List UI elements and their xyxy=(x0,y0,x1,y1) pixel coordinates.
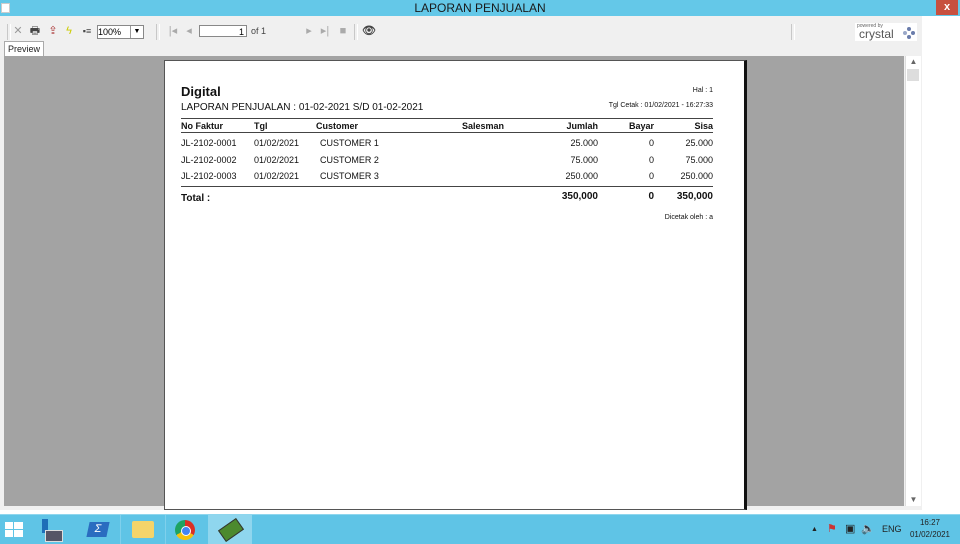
cell-customer: CUSTOMER 1 xyxy=(320,138,379,148)
total-jumlah: 350,000 xyxy=(561,191,598,202)
toolbar-separator xyxy=(156,24,160,40)
cell-jumlah: 250.000 xyxy=(565,171,598,181)
report-page xyxy=(164,60,747,510)
cell-tgl: 01/02/2021 xyxy=(254,155,300,165)
zoom-value: 100% xyxy=(98,27,122,37)
cell-customer: CUSTOMER 3 xyxy=(320,171,379,181)
crystal-logo: powered by crystal xyxy=(855,23,917,41)
page-number-input[interactable]: 1 xyxy=(199,25,247,37)
export-icon[interactable]: ⇪ xyxy=(46,22,60,40)
header-bottom-rule xyxy=(181,132,713,133)
cell-no-faktur: JL-2102-0002 xyxy=(181,155,237,165)
toolbar-separator xyxy=(7,24,11,40)
windows-logo-icon xyxy=(5,522,23,537)
cell-sisa: 250.000 xyxy=(680,171,713,181)
crystal-dots-icon xyxy=(903,27,915,39)
printed-by: Dicetak oleh : a xyxy=(664,214,713,221)
column-header: Jumlah xyxy=(566,121,598,131)
chrome-icon[interactable] xyxy=(164,515,208,544)
clock[interactable]: 16:27 01/02/2021 xyxy=(905,517,955,541)
header-top-rule xyxy=(181,118,713,119)
last-page-icon[interactable]: ▸| xyxy=(319,22,331,40)
group-tree-icon[interactable]: ▪≡ xyxy=(80,22,94,40)
taskbar: Σ ▲ ⚑ ▣ 🔈 ENG 16:27 01/02/2021 xyxy=(0,514,960,544)
cell-bayar: 0 xyxy=(648,138,654,148)
cell-no-faktur: JL-2102-0003 xyxy=(181,171,237,181)
scroll-thumb[interactable] xyxy=(907,69,919,81)
toolbar-separator xyxy=(791,24,795,40)
next-page-icon[interactable]: ▸ xyxy=(303,22,315,40)
zoom-select[interactable]: 100% ▼ xyxy=(97,25,144,39)
column-header: Customer xyxy=(316,121,359,131)
volume-icon[interactable]: 🔈 xyxy=(861,515,875,544)
print-date: Tgl Cetak : 01/02/2021 - 16:27:33 xyxy=(608,102,713,109)
report-app-icon[interactable] xyxy=(208,515,252,544)
clock-date: 01/02/2021 xyxy=(909,530,951,539)
cell-sisa: 75.000 xyxy=(685,155,713,165)
scroll-down-icon[interactable]: ▼ xyxy=(906,494,921,506)
powershell-icon[interactable]: Σ xyxy=(77,515,121,544)
column-header: Tgl xyxy=(254,121,268,131)
window-title: LAPORAN PENJUALAN xyxy=(414,1,546,15)
show-hidden-icons[interactable]: ▲ xyxy=(811,515,818,544)
cell-tgl: 01/02/2021 xyxy=(254,138,300,148)
total-rule xyxy=(181,186,713,187)
action-center-flag-icon[interactable]: ⚑ xyxy=(827,515,837,544)
column-header: Bayar xyxy=(628,121,654,131)
print-icon[interactable]: 🖶 xyxy=(28,22,42,40)
network-icon[interactable]: ▣ xyxy=(845,515,855,544)
vertical-scrollbar[interactable]: ▲ ▼ xyxy=(905,56,921,506)
total-label: Total : xyxy=(181,193,211,204)
cell-jumlah: 75.000 xyxy=(570,155,598,165)
language-indicator[interactable]: ENG xyxy=(882,515,902,544)
cell-customer: CUSTOMER 2 xyxy=(320,155,379,165)
file-explorer-icon[interactable] xyxy=(120,515,166,544)
company-name: Digital xyxy=(181,84,221,99)
column-header: Salesman xyxy=(462,121,505,131)
chevron-down-icon[interactable]: ▼ xyxy=(130,26,143,38)
cell-jumlah: 25.000 xyxy=(570,138,598,148)
page-label: Hal : 1 xyxy=(692,87,713,94)
tab-preview[interactable]: Preview xyxy=(4,41,44,56)
stop-icon[interactable]: ■ xyxy=(337,22,349,40)
crystal-brand-label: crystal xyxy=(859,27,894,41)
server-manager-icon[interactable] xyxy=(32,515,76,544)
cell-no-faktur: JL-2102-0001 xyxy=(181,138,237,148)
column-header: No Faktur xyxy=(181,121,224,131)
previous-page-icon[interactable]: ◂ xyxy=(183,22,195,40)
toolbar-separator xyxy=(354,24,358,40)
report-subtitle: LAPORAN PENJUALAN : 01-02-2021 S/D 01-02… xyxy=(181,102,424,113)
clock-time: 16:27 xyxy=(919,518,941,527)
total-bayar: 0 xyxy=(648,191,654,202)
column-header: Sisa xyxy=(694,121,713,131)
close-button[interactable]: x xyxy=(936,0,958,15)
cell-bayar: 0 xyxy=(648,155,654,165)
refresh-icon[interactable]: ϟ xyxy=(63,22,75,40)
first-page-icon[interactable]: |◂ xyxy=(167,22,179,40)
title-bar: LAPORAN PENJUALAN x xyxy=(0,0,960,16)
scroll-up-icon[interactable]: ▲ xyxy=(906,56,921,68)
close-report-icon[interactable]: ✕ xyxy=(12,22,24,40)
page-total-label: of 1 xyxy=(251,26,267,36)
search-binoculars-icon[interactable]: 👁 xyxy=(362,22,376,40)
total-sisa: 350,000 xyxy=(676,191,713,202)
cell-bayar: 0 xyxy=(648,171,654,181)
cell-sisa: 25.000 xyxy=(685,138,713,148)
cell-tgl: 01/02/2021 xyxy=(254,171,300,181)
